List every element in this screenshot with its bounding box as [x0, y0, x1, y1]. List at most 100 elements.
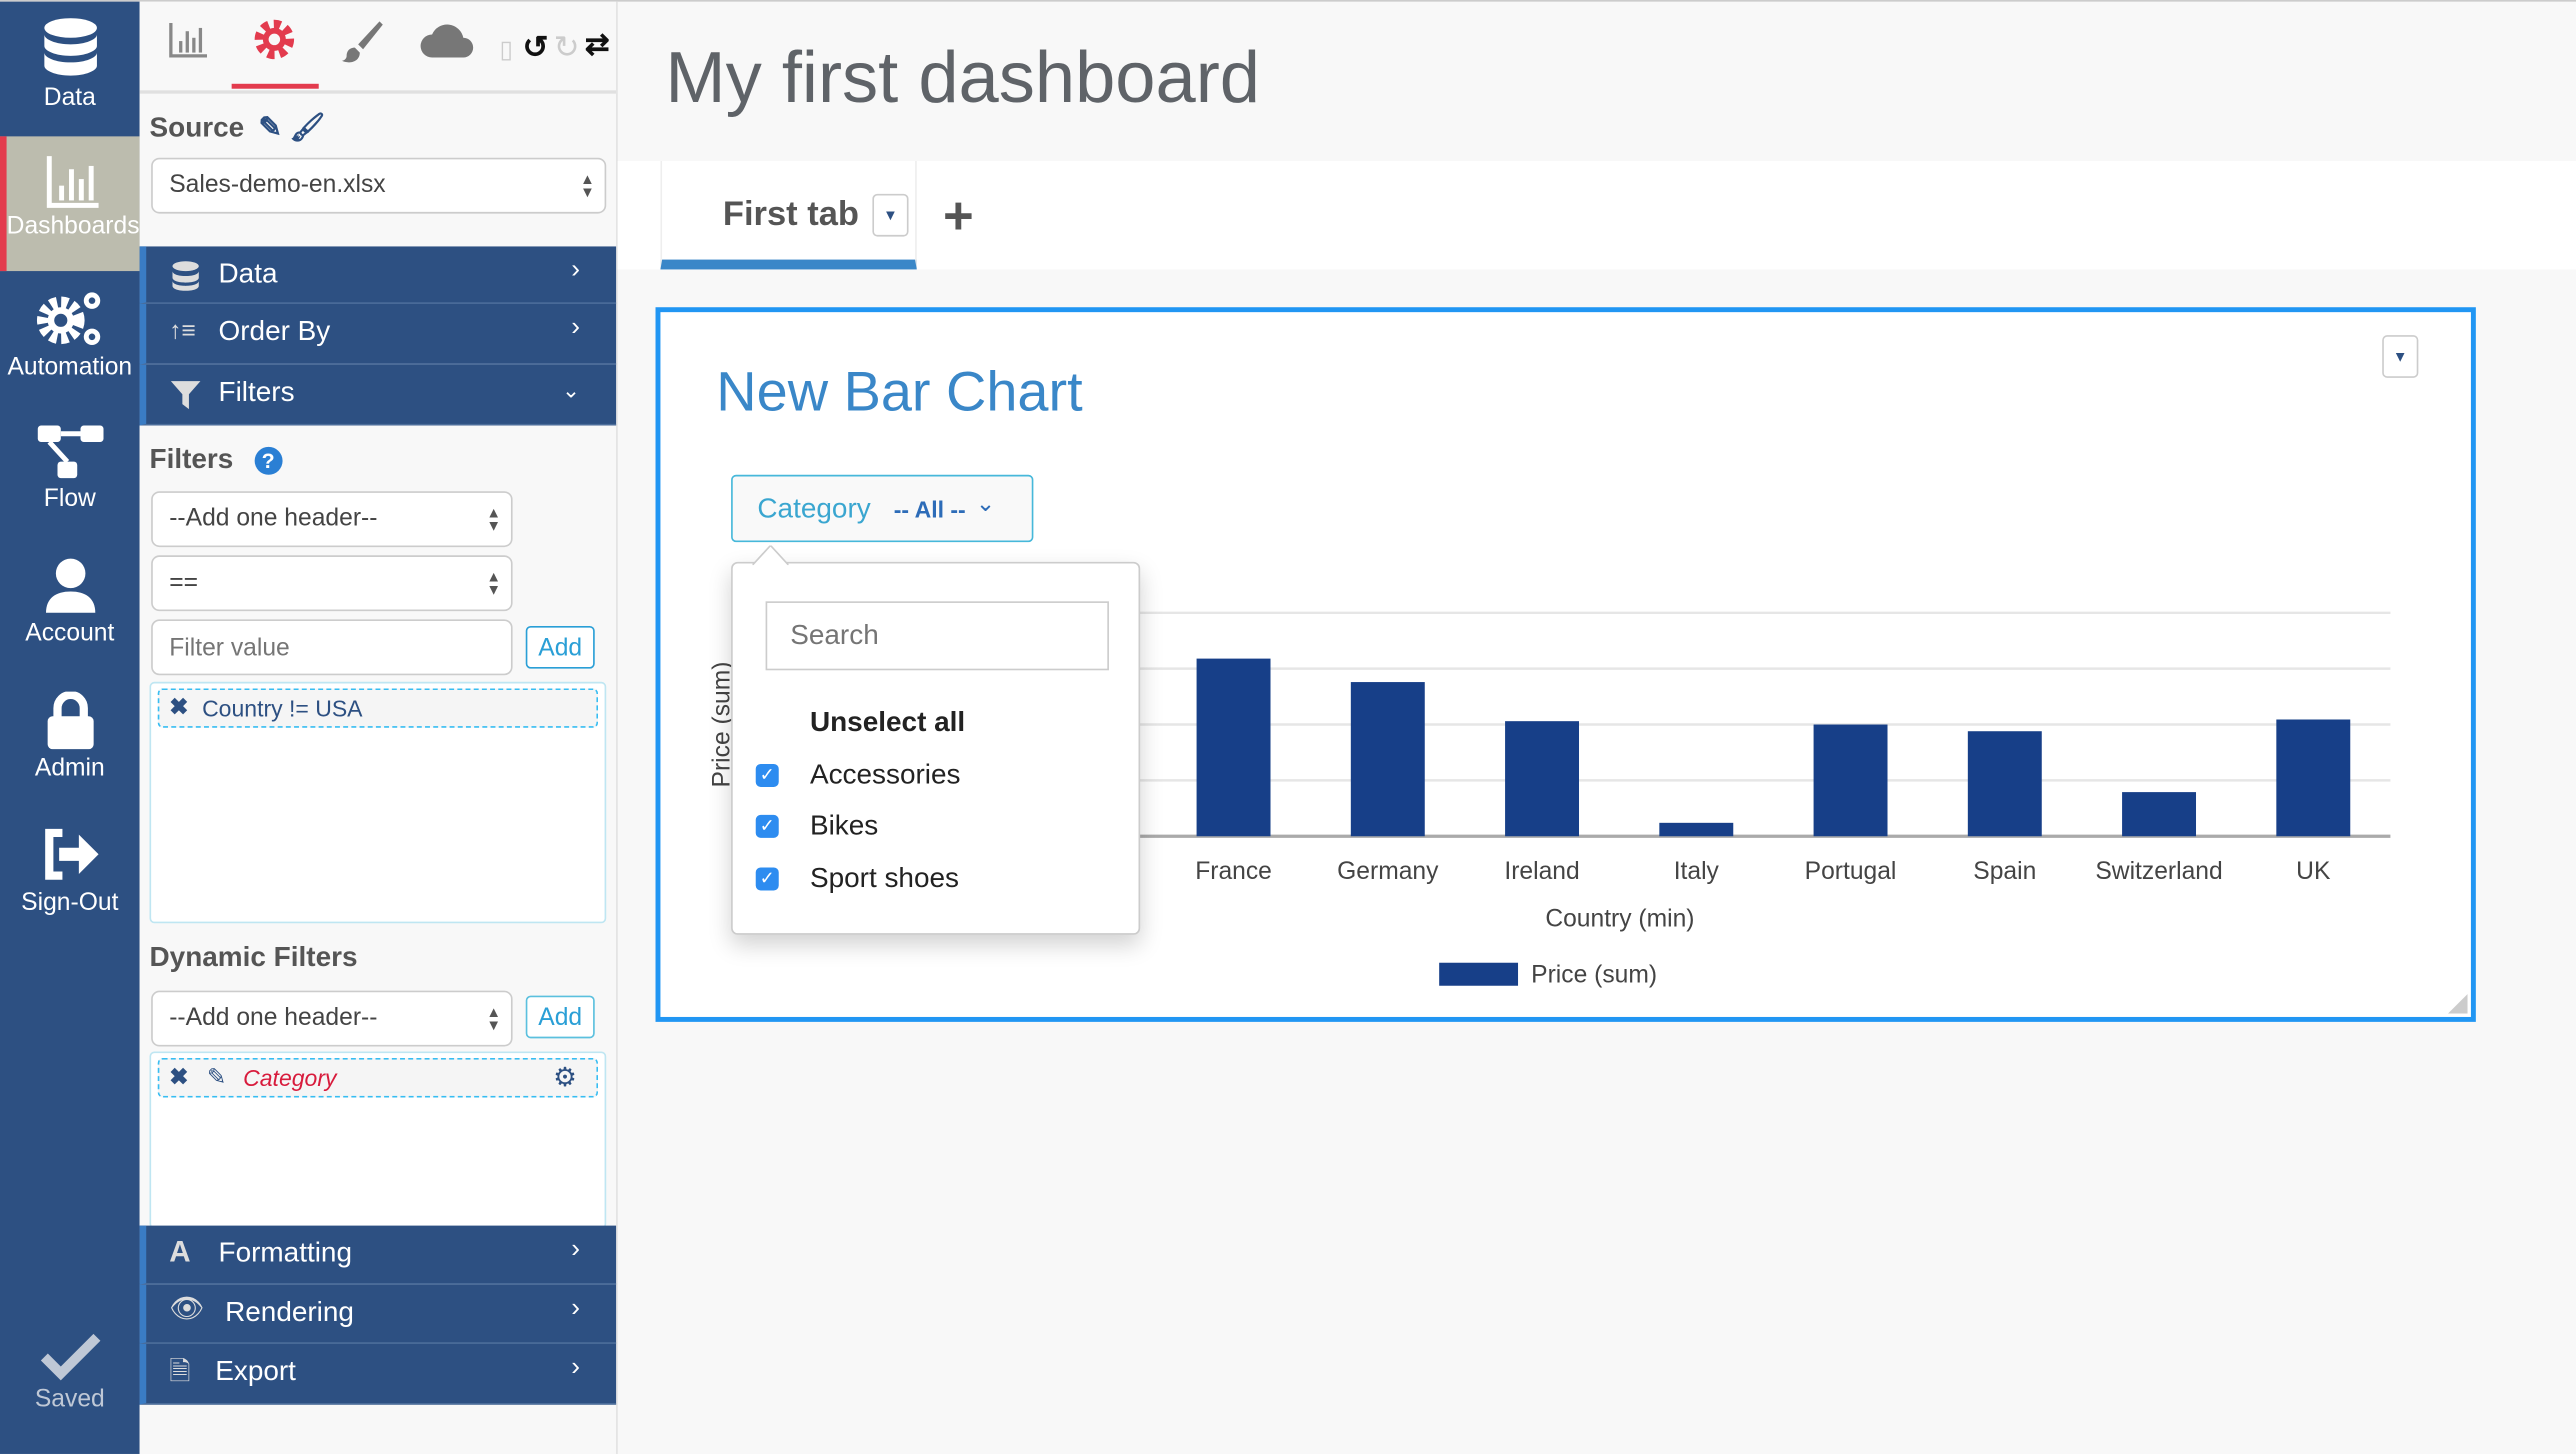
- accordion-label: Export: [215, 1355, 296, 1387]
- bar: [1350, 682, 1425, 837]
- filter-operator-select[interactable]: == ▲ ▼: [151, 555, 513, 612]
- sitemap-icon: [36, 425, 103, 479]
- unselect-all-button[interactable]: Unselect all: [810, 706, 965, 739]
- saved-label: Saved: [34, 1384, 105, 1413]
- x-tick-label: Switzerland: [2095, 858, 2222, 885]
- dashboard-title[interactable]: My first dashboard: [665, 38, 1260, 120]
- source-select[interactable]: Sales-demo-en.xlsx ▲ ▼: [151, 157, 607, 214]
- filter-value-input[interactable]: [151, 619, 513, 676]
- filters-heading: Filters ?: [150, 444, 283, 477]
- database-icon: [43, 18, 97, 76]
- add-filter-button[interactable]: Add: [525, 625, 595, 669]
- help-icon[interactable]: ?: [254, 446, 283, 475]
- app: Data Dashboards Automation Flow Account …: [0, 0, 2576, 1454]
- option-label[interactable]: Sport shoes: [810, 863, 959, 896]
- panel-toolbar: ▯ ↺ ↻ ⇄: [139, 2, 617, 94]
- option-label[interactable]: Accessories: [810, 759, 961, 792]
- accordion-export[interactable]: 🗎 Export ›: [139, 1343, 617, 1405]
- category-dropdown: Unselect all ✓ Accessories ✓ Bikes ✓ Spo…: [731, 545, 1141, 935]
- resize-handle-icon[interactable]: [2447, 993, 2468, 1014]
- add-dynamic-filter-button[interactable]: Add: [525, 995, 595, 1039]
- chevron-right-icon: ›: [571, 1353, 580, 1382]
- edit-filter-icon[interactable]: ✎: [207, 1063, 226, 1091]
- undo-icon[interactable]: ↺: [522, 30, 548, 68]
- accordion-formatting[interactable]: A Formatting ›: [139, 1225, 617, 1285]
- select-arrows-icon: ▲ ▼: [486, 504, 502, 534]
- x-tick-label: Spain: [1973, 858, 2036, 885]
- dropdown-search-input[interactable]: [765, 601, 1109, 671]
- dynamic-filter-header-select[interactable]: --Add one header-- ▲ ▼: [151, 990, 513, 1047]
- nav-sign-out[interactable]: Sign-Out: [0, 810, 140, 945]
- brush-tab-icon[interactable]: [338, 18, 384, 64]
- accordion-filters[interactable]: Filters ⌄: [139, 364, 617, 426]
- add-tab-button[interactable]: +: [943, 186, 974, 247]
- tab-label: First tab: [722, 195, 859, 234]
- nav-account[interactable]: Account: [0, 541, 140, 676]
- font-icon: A: [169, 1235, 191, 1269]
- file-export-icon: 🗎: [169, 1358, 191, 1387]
- filter-header-select[interactable]: --Add one header-- ▲ ▼: [151, 491, 513, 548]
- accordion-data[interactable]: Data ›: [139, 246, 617, 304]
- eye-icon: 👁: [169, 1292, 205, 1325]
- source-label: Source: [149, 111, 245, 143]
- gear-icon[interactable]: ⚙: [553, 1061, 577, 1094]
- nav-admin[interactable]: Admin: [0, 675, 140, 810]
- chart-tab-icon[interactable]: [168, 18, 211, 61]
- bar: [1967, 731, 2042, 837]
- bar: [2276, 719, 2351, 837]
- remove-filter-icon[interactable]: ✖: [169, 693, 188, 721]
- cloud-tab-icon[interactable]: [419, 18, 475, 61]
- chevron-down-icon: ⌄: [562, 377, 580, 403]
- accordion-rendering[interactable]: 👁 Rendering ›: [139, 1284, 617, 1344]
- edit-source-icon[interactable]: ✎: [259, 112, 282, 143]
- nav-label: Data: [43, 83, 96, 112]
- nav-automation[interactable]: Automation: [0, 271, 140, 406]
- dynamic-filter-label: Category: [243, 1064, 337, 1091]
- select-arrows-icon: ▲ ▼: [486, 1003, 502, 1034]
- nav-label: Flow: [43, 484, 96, 513]
- filter-tag: ✖ Country != USA: [157, 688, 599, 728]
- accordion-label: Data: [218, 257, 278, 290]
- chevron-right-icon: ›: [571, 313, 580, 342]
- x-tick-label: France: [1195, 858, 1272, 885]
- tab-menu-caret-icon[interactable]: ▼: [872, 193, 909, 237]
- option-label[interactable]: Bikes: [810, 810, 878, 843]
- main-nav: Data Dashboards Automation Flow Account …: [0, 1, 140, 1454]
- filters-label: Filters: [149, 443, 234, 475]
- nav-data[interactable]: Data: [0, 2, 140, 137]
- chevron-right-icon: ›: [571, 1235, 580, 1264]
- settings-tab-icon[interactable]: [253, 18, 296, 61]
- x-tick-label: Ireland: [1504, 858, 1579, 885]
- bar: [2122, 792, 2197, 837]
- x-tick-label: Italy: [1674, 858, 1720, 885]
- x-tick-label: UK: [2296, 858, 2331, 885]
- checkbox-sport-shoes[interactable]: ✓: [755, 867, 779, 891]
- checkbox-accessories[interactable]: ✓: [755, 763, 779, 787]
- chevron-right-icon: ›: [571, 256, 580, 285]
- clipboard-icon[interactable]: ▯: [499, 35, 513, 64]
- nav-label: Account: [25, 619, 115, 648]
- remove-filter-icon[interactable]: ✖: [169, 1063, 188, 1091]
- bar: [1505, 721, 1580, 837]
- dynamic-filters-heading: Dynamic Filters: [149, 941, 358, 973]
- chevron-right-icon: ›: [571, 1294, 580, 1323]
- sign-out-icon: [44, 828, 98, 880]
- database-icon: [172, 261, 199, 291]
- filter-icon: [170, 381, 201, 410]
- select-value: --Add one header--: [169, 504, 378, 533]
- redo-icon[interactable]: ↻: [554, 30, 580, 68]
- brush-source-icon[interactable]: 🖌: [290, 112, 325, 143]
- checkbox-bikes[interactable]: ✓: [755, 814, 779, 838]
- nav-dashboards[interactable]: Dashboards: [0, 136, 140, 272]
- sort-icon: ↑≡: [169, 317, 196, 346]
- active-filters-list: ✖ Country != USA: [149, 681, 607, 924]
- nav-label: Sign-Out: [21, 888, 119, 917]
- swap-icon[interactable]: ⇄: [585, 28, 610, 63]
- legend-swatch: [1439, 962, 1519, 986]
- nav-flow[interactable]: Flow: [0, 406, 140, 541]
- legend-label: Price (sum): [1531, 961, 1657, 988]
- tab-first-tab[interactable]: First tab ▼: [660, 161, 917, 270]
- accordion-order-by[interactable]: ↑≡ Order By ›: [139, 303, 617, 365]
- accordion-label: Order By: [218, 315, 331, 347]
- bar: [1813, 724, 1888, 837]
